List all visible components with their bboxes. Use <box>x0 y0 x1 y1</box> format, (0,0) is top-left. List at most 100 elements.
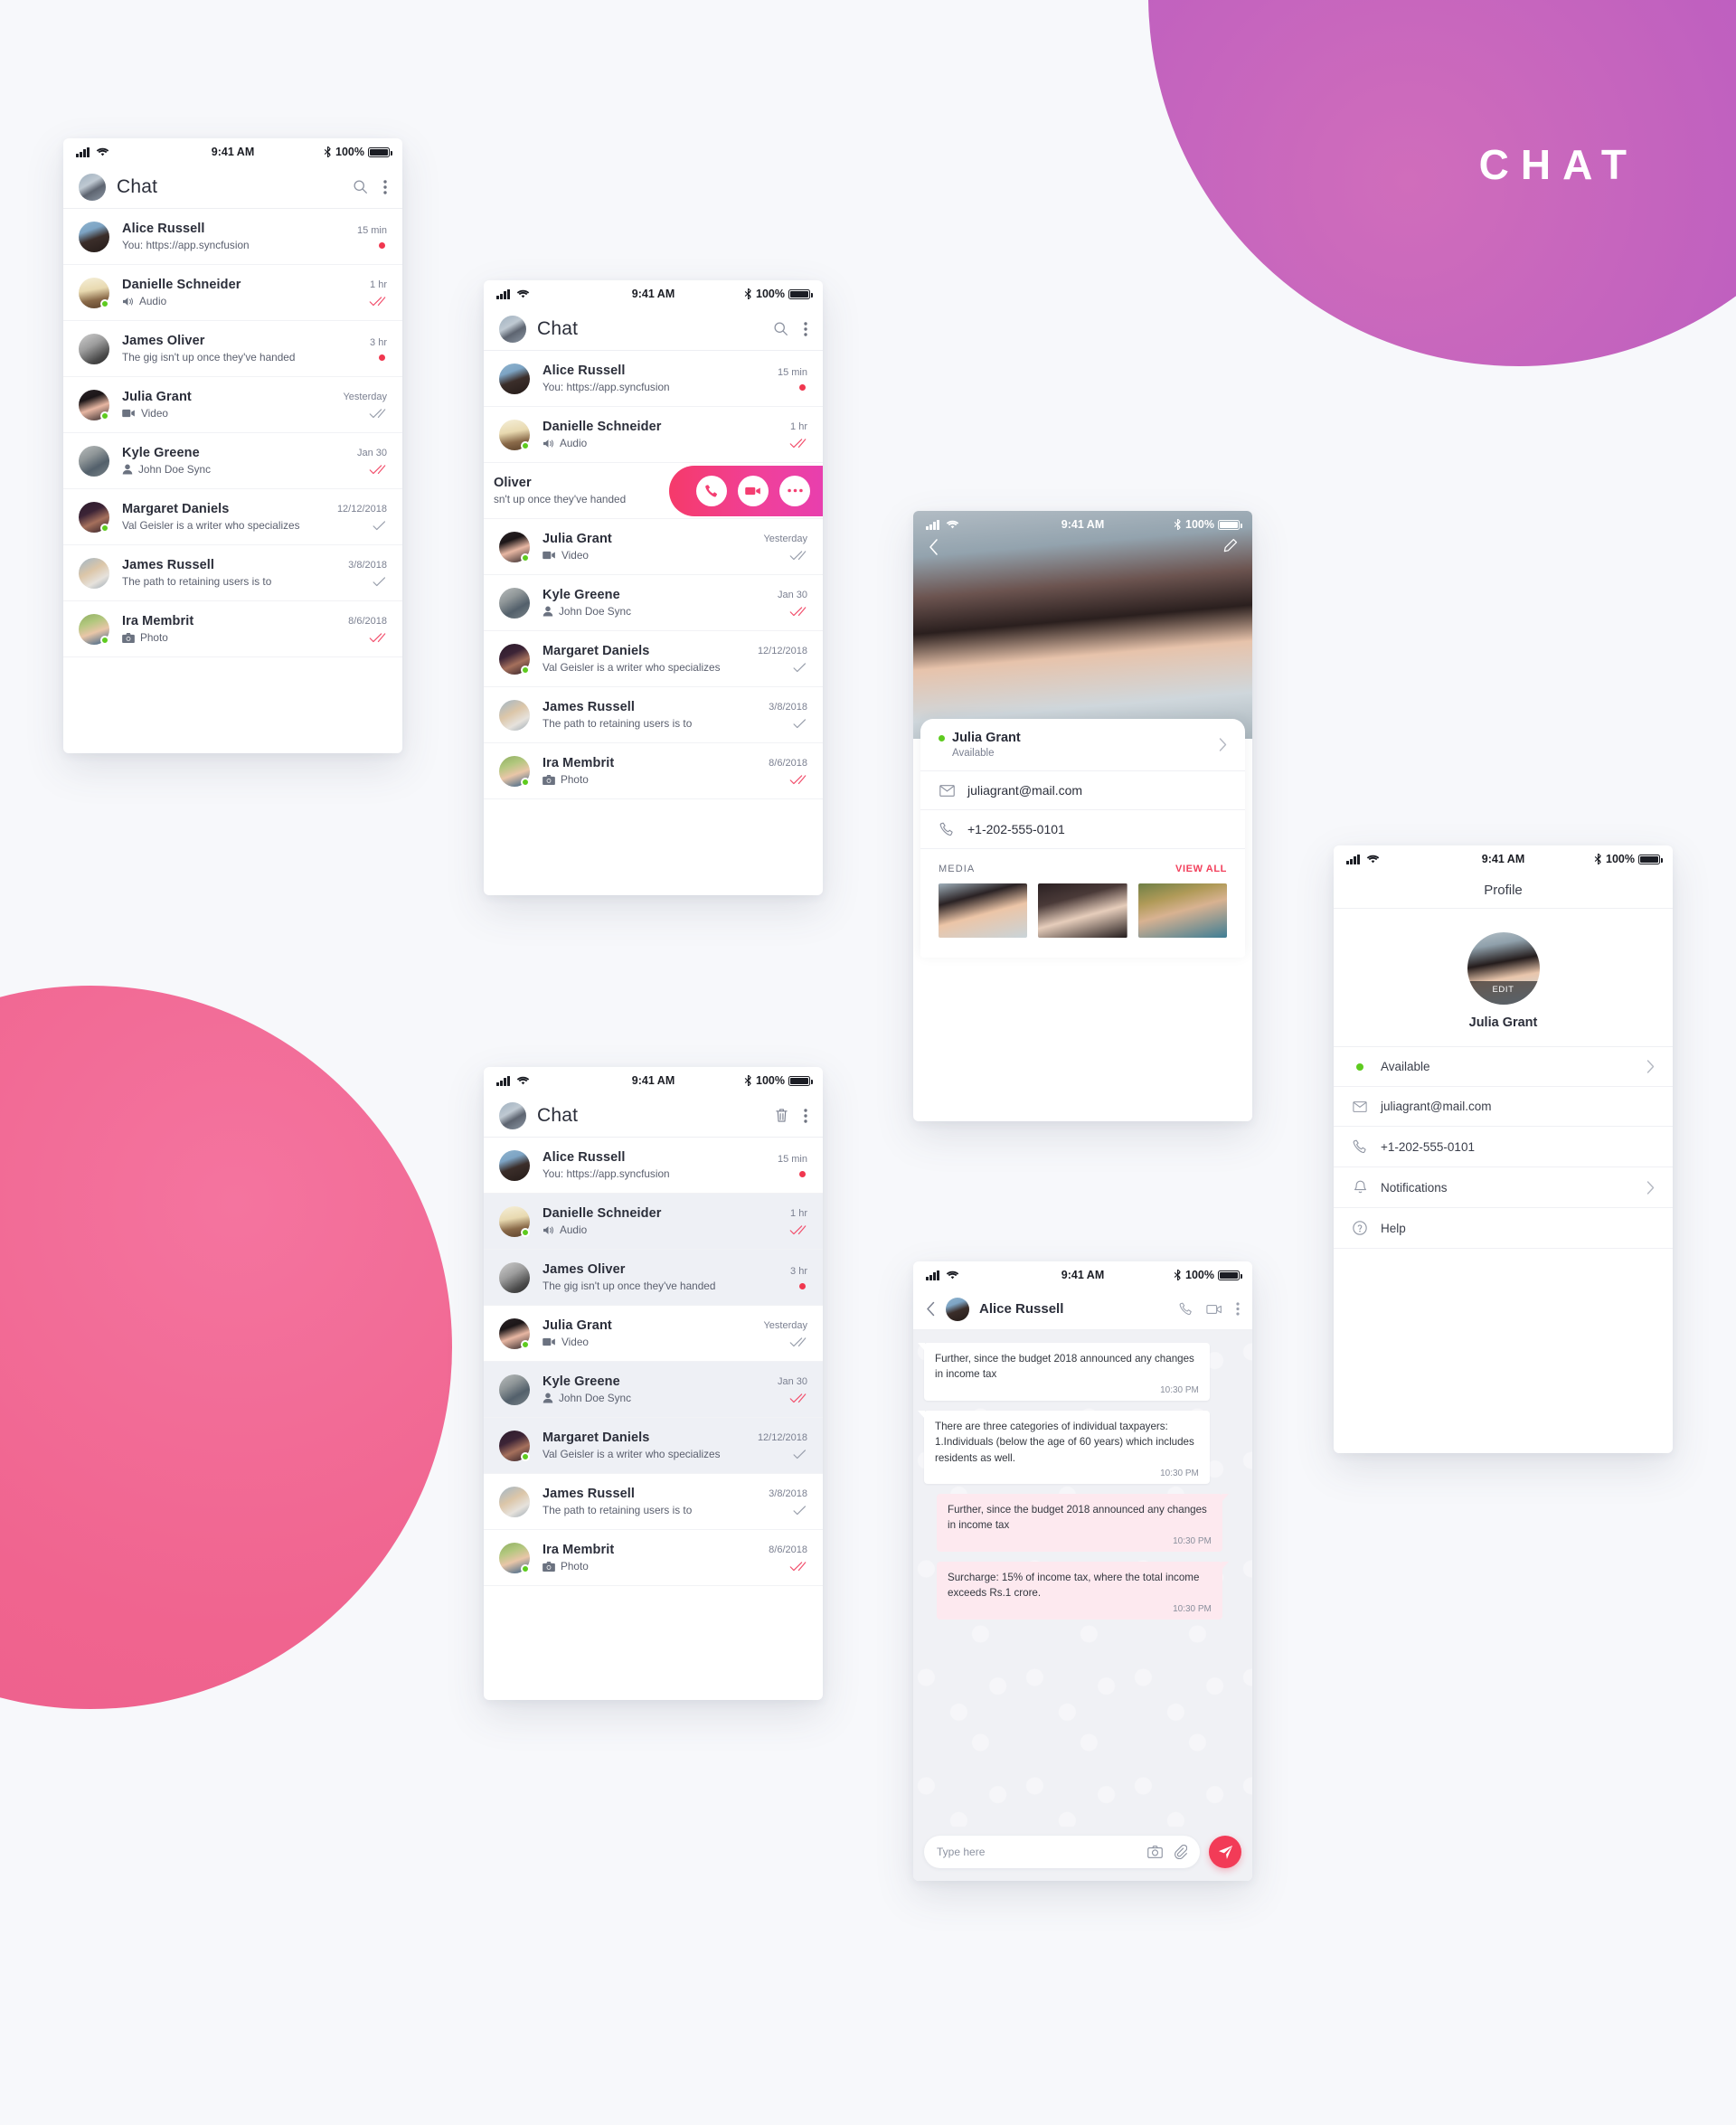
chat-list-item[interactable]: Margaret Daniels Val Geisler is a writer… <box>484 631 823 687</box>
contact-avatar[interactable] <box>79 613 109 645</box>
contact-avatar[interactable] <box>79 557 109 589</box>
avatar-edit-label[interactable]: EDIT <box>1467 981 1540 1005</box>
chevron-right-icon[interactable] <box>1646 1060 1655 1073</box>
contact-avatar[interactable] <box>79 333 109 364</box>
contact-avatar[interactable] <box>499 1149 530 1181</box>
search-icon[interactable] <box>353 179 368 194</box>
screen-chat-list: 9:41 AM 100% Chat Alice Russell You: htt… <box>63 138 402 753</box>
chat-list-item[interactable]: Alice Russell You: https://app.syncfusio… <box>484 1138 823 1194</box>
contact-avatar[interactable] <box>499 1261 530 1293</box>
contact-avatar[interactable] <box>499 587 530 619</box>
more-vertical-icon[interactable] <box>804 321 807 336</box>
chat-list-item[interactable]: Danielle Schneider Audio 1 hr <box>484 1194 823 1250</box>
chat-list-item[interactable]: Ira Membrit Photo 8/6/2018 <box>63 601 402 657</box>
view-all-link[interactable]: VIEW ALL <box>1175 864 1227 874</box>
chat-list-item[interactable]: Alice Russell You: https://app.syncfusio… <box>484 351 823 407</box>
contact-avatar[interactable] <box>79 445 109 477</box>
status-bar: 9:41 AM 100% <box>484 1067 823 1094</box>
wifi-icon <box>96 147 108 156</box>
message-input-wrapper[interactable]: Type here <box>924 1836 1200 1868</box>
chevron-left-icon[interactable] <box>926 1301 936 1317</box>
contact-avatar[interactable] <box>499 755 530 787</box>
own-avatar[interactable] <box>499 315 526 343</box>
contact-avatar[interactable] <box>499 1430 530 1461</box>
message-input-placeholder[interactable]: Type here <box>937 1846 1137 1858</box>
more-vertical-icon[interactable] <box>383 179 387 194</box>
more-horizontal-icon[interactable] <box>779 475 810 506</box>
chat-list-item[interactable]: James Russell The path to retaining user… <box>484 1474 823 1530</box>
contact-avatar[interactable] <box>499 419 530 450</box>
chat-list-item[interactable]: Julia Grant Video Yesterday <box>484 519 823 575</box>
chevron-right-icon[interactable] <box>1219 738 1227 751</box>
contact-name-row[interactable]: Julia Grant Available <box>920 719 1245 771</box>
video-camera-icon[interactable] <box>1206 1304 1222 1315</box>
media-thumbnail[interactable] <box>939 883 1028 938</box>
search-icon[interactable] <box>773 321 788 336</box>
chevron-right-icon[interactable] <box>1646 1180 1655 1195</box>
chat-list-item[interactable]: James Russell The path to retaining user… <box>484 687 823 743</box>
contact-avatar[interactable] <box>499 531 530 562</box>
phone-icon[interactable] <box>1179 1302 1193 1316</box>
chat-list-item[interactable]: Danielle Schneider Audio 1 hr <box>484 407 823 463</box>
contact-icon <box>542 1393 553 1403</box>
own-avatar[interactable] <box>79 173 106 201</box>
envelope-icon <box>1352 1100 1368 1112</box>
contact-avatar[interactable] <box>499 1486 530 1517</box>
chat-item-text: James Russell The path to retaining user… <box>542 1487 742 1516</box>
chevron-left-icon[interactable] <box>928 538 939 556</box>
chat-list-item[interactable]: James Oliver The gig isn't up once they'… <box>63 321 402 377</box>
more-vertical-icon[interactable] <box>804 1108 807 1123</box>
contact-avatar[interactable] <box>499 1542 530 1573</box>
pencil-icon[interactable] <box>1222 538 1238 556</box>
chat-list-item[interactable]: Kyle Greene John Doe Sync Jan 30 <box>63 433 402 489</box>
media-thumbnail[interactable] <box>1137 883 1227 938</box>
chat-item-text: Ira Membrit Photo <box>542 756 742 786</box>
camera-icon[interactable] <box>1147 1846 1163 1858</box>
chat-list-item[interactable]: Margaret Daniels Val Geisler is a writer… <box>484 1418 823 1474</box>
profile-settings-item[interactable]: Notifications <box>1334 1167 1673 1208</box>
media-thumbnail[interactable] <box>1038 883 1127 938</box>
own-avatar[interactable] <box>499 1101 526 1129</box>
screen-chat-list-swipe: 9:41 AM 100% Chat Alice Russell You: htt… <box>484 280 823 895</box>
contact-email-row[interactable]: juliagrant@mail.com <box>920 771 1245 810</box>
profile-settings-item[interactable]: juliagrant@mail.com <box>1334 1087 1673 1127</box>
trash-icon[interactable] <box>775 1108 788 1123</box>
conversation-actions <box>1179 1302 1240 1316</box>
profile-settings-item[interactable]: Help <box>1334 1208 1673 1249</box>
chat-list-item[interactable]: Ira Membrit Photo 8/6/2018 <box>484 1530 823 1586</box>
chat-list-item[interactable]: Kyle Greene John Doe Sync Jan 30 <box>484 575 823 631</box>
contact-phone-row[interactable]: +1-202-555-0101 <box>920 810 1245 849</box>
chat-list-item[interactable]: Julia Grant Video Yesterday <box>484 1306 823 1362</box>
paperclip-icon[interactable] <box>1174 1845 1187 1859</box>
contact-avatar[interactable] <box>79 277 109 308</box>
call-icon[interactable] <box>696 475 727 506</box>
contact-avatar[interactable] <box>499 1318 530 1349</box>
contact-email: juliagrant@mail.com <box>967 783 1083 798</box>
chat-list-item[interactable]: Ira Membrit Photo 8/6/2018 <box>484 743 823 799</box>
contact-avatar[interactable] <box>79 501 109 533</box>
chat-list-item[interactable]: James Oliver The gig isn't up once they'… <box>484 1250 823 1306</box>
timestamp: 1 hr <box>790 1207 807 1219</box>
profile-settings-item[interactable]: Available <box>1334 1047 1673 1087</box>
video-camera-icon[interactable] <box>738 475 769 506</box>
chat-list-item[interactable]: James Russell The path to retaining user… <box>63 545 402 601</box>
chat-list-item-swiped[interactable]: Oliver sn't up once they've handed <box>484 463 823 519</box>
chat-list-item[interactable]: Danielle Schneider Audio 1 hr <box>63 265 402 321</box>
chat-list-item[interactable]: Alice Russell You: https://app.syncfusio… <box>63 209 402 265</box>
preview-text: Photo <box>561 773 589 786</box>
contact-avatar[interactable] <box>79 389 109 420</box>
contact-avatar[interactable] <box>499 643 530 675</box>
contact-avatar[interactable] <box>79 221 109 252</box>
contact-avatar[interactable] <box>499 363 530 394</box>
send-button[interactable] <box>1209 1836 1241 1868</box>
more-vertical-icon[interactable] <box>1236 1302 1240 1316</box>
avatar[interactable]: EDIT <box>1467 932 1540 1005</box>
chat-list-item[interactable]: Julia Grant Video Yesterday <box>63 377 402 433</box>
profile-settings-item[interactable]: +1-202-555-0101 <box>1334 1127 1673 1167</box>
chat-list-item[interactable]: Kyle Greene John Doe Sync Jan 30 <box>484 1362 823 1418</box>
chat-list-item[interactable]: Margaret Daniels Val Geisler is a writer… <box>63 489 402 545</box>
contact-avatar[interactable] <box>946 1297 969 1321</box>
contact-avatar[interactable] <box>499 699 530 731</box>
contact-avatar[interactable] <box>499 1374 530 1405</box>
contact-avatar[interactable] <box>499 1205 530 1237</box>
